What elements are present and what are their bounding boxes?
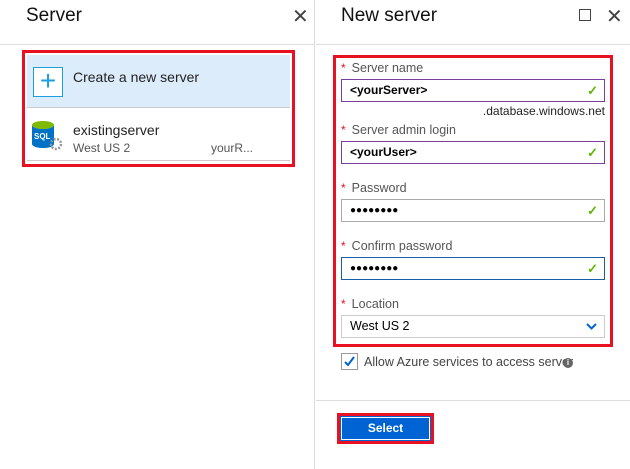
confirm-password-input[interactable]: ●●●●●●●● ✓ (341, 257, 605, 280)
chevron-down-icon (586, 323, 597, 330)
admin-login-label: * Server admin login (341, 123, 456, 137)
divider (316, 44, 630, 45)
allow-azure-checkbox[interactable] (341, 353, 358, 370)
svg-text:SQL: SQL (34, 132, 51, 141)
maximize-icon[interactable] (579, 9, 591, 21)
location-label: * Location (341, 297, 399, 311)
create-label: Create a new server (73, 69, 200, 85)
server-resource-group: yourR... (211, 141, 254, 155)
server-panel: Server ✕ + Create a new server SQL exist… (0, 0, 315, 469)
valid-check-icon: ✓ (587, 83, 598, 98)
checkmark-icon (344, 356, 355, 367)
panel-title: Server (26, 5, 82, 26)
select-button[interactable]: Select (340, 416, 431, 441)
close-icon[interactable]: ✕ (606, 4, 623, 29)
panel-title: New server (341, 5, 438, 26)
sql-server-icon: SQL (32, 121, 63, 151)
password-input[interactable]: ●●●●●●●● ✓ (341, 199, 605, 222)
location-select[interactable]: West US 2 (341, 315, 605, 338)
valid-check-icon: ✓ (587, 261, 598, 276)
info-icon[interactable]: i (563, 358, 573, 368)
allow-azure-label: Allow Azure services to access server (364, 355, 574, 369)
admin-login-input[interactable]: <yourUser> ✓ (341, 141, 605, 164)
confirm-password-label: * Confirm password (341, 239, 453, 253)
password-label: * Password (341, 181, 407, 195)
server-name-label: * Server name (341, 61, 424, 75)
plus-icon: + (33, 67, 63, 97)
create-new-server-item[interactable]: + Create a new server (27, 55, 290, 108)
server-location: West US 2 (73, 141, 131, 155)
server-name-suffix: .database.windows.net (482, 104, 605, 118)
existing-server-item[interactable]: SQL existingserver West US 2 yourR... (27, 109, 290, 161)
new-server-panel: New server ✕ * Server name <yourServer> ✓ … (316, 0, 630, 469)
divider (316, 400, 630, 401)
valid-check-icon: ✓ (587, 203, 598, 218)
server-name-input[interactable]: <yourServer> ✓ (341, 79, 605, 102)
valid-check-icon: ✓ (587, 145, 598, 160)
divider (0, 44, 315, 45)
close-icon[interactable]: ✕ (292, 4, 309, 29)
server-name: existingserver (73, 122, 160, 138)
